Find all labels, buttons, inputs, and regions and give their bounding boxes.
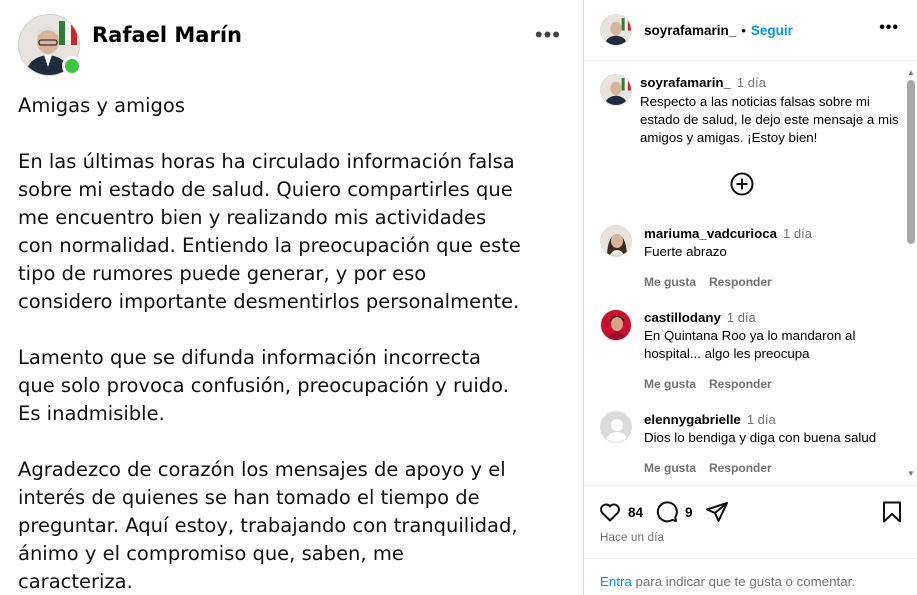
- share-icon[interactable]: [705, 500, 729, 524]
- plus-circle-icon[interactable]: [730, 172, 754, 196]
- comments-panel[interactable]: soyrafamarin_ 1 día Respecto a las notici…: [584, 62, 917, 485]
- comment-icon[interactable]: [655, 500, 679, 524]
- caption-avatar[interactable]: [600, 74, 632, 106]
- author-avatar[interactable]: [600, 14, 632, 46]
- scroll-up-arrow-icon[interactable]: ▲: [907, 68, 915, 77]
- commenter-avatar[interactable]: [600, 309, 632, 341]
- comment-text: En Quintana Roo ya lo mandaron al hospit…: [644, 328, 856, 361]
- online-status-dot: [62, 56, 82, 76]
- comment-username[interactable]: mariuma_vadcurioca: [644, 226, 777, 241]
- more-horizontal-icon: •••: [534, 22, 561, 47]
- caption-username[interactable]: soyrafamarin_: [640, 75, 731, 90]
- caption-time: 1 día: [736, 75, 766, 90]
- separator-dot: •: [741, 22, 746, 38]
- sidebar-header: soyrafamarin_ • Seguir •••: [584, 0, 917, 61]
- comment-reply-button[interactable]: Responder: [709, 461, 772, 475]
- commenter-avatar[interactable]: [600, 225, 632, 257]
- comment-like-button[interactable]: Me gusta: [644, 377, 696, 391]
- more-options-icon[interactable]: •••: [879, 19, 899, 37]
- post-author-name: Rafael Marín: [92, 23, 242, 47]
- comment-time: 1 día: [726, 310, 756, 325]
- post-actions-bar: 84 9 Hace un día Entra para indicar que …: [584, 485, 917, 595]
- post-sidebar: soyrafamarin_ • Seguir ••• soyrafamarin_…: [583, 0, 917, 595]
- comment-reply-button[interactable]: Responder: [709, 377, 772, 391]
- comment-item: castillodany 1 día En Quintana Roo ya lo …: [600, 309, 900, 393]
- comment-reply-button[interactable]: Responder: [709, 275, 772, 289]
- post-image: Rafael Marín ••• Amigas y amigos En las …: [0, 0, 583, 595]
- heart-icon[interactable]: [598, 500, 622, 524]
- comment-username[interactable]: elennygabrielle: [644, 412, 741, 427]
- comment-username[interactable]: castillodany: [644, 310, 721, 325]
- post-paragraph: Agradezco de corazón los mensajes de apo…: [18, 458, 518, 593]
- default-avatar-icon[interactable]: [600, 411, 632, 443]
- comment-text: Fuerte abrazo: [644, 244, 727, 259]
- caption-text: Respecto a las noticias falsas sobre mi …: [640, 94, 899, 145]
- login-prompt-text: para indicar que te gusta o comentar.: [631, 574, 856, 589]
- header-username[interactable]: soyrafamarin_: [644, 23, 736, 38]
- bookmark-icon[interactable]: [882, 501, 902, 528]
- comments-count[interactable]: 9: [685, 505, 693, 520]
- post-caption: soyrafamarin_ 1 día Respecto a las notici…: [600, 74, 900, 147]
- post-image-header: Rafael Marín: [18, 14, 242, 76]
- post-paragraph: En las últimas horas ha circulado inform…: [18, 150, 521, 313]
- post-paragraph: Lamento que se difunda información incor…: [18, 346, 509, 425]
- comment-like-button[interactable]: Me gusta: [644, 275, 696, 289]
- likes-count[interactable]: 84: [628, 505, 643, 520]
- login-prompt: Entra para indicar que te gusta o coment…: [584, 558, 917, 595]
- comment-time: 1 día: [746, 412, 776, 427]
- scrollbar-thumb[interactable]: [907, 80, 915, 244]
- comment-time: 1 día: [783, 226, 812, 241]
- post-body-text: Amigas y amigos En las últimas horas ha …: [18, 92, 573, 595]
- comment-like-button[interactable]: Me gusta: [644, 461, 696, 475]
- comment-item: elennygabrielle 1 día Dios lo bendiga y d…: [600, 411, 900, 477]
- follow-button[interactable]: Seguir: [751, 23, 793, 38]
- post-date[interactable]: Hace un día: [600, 532, 664, 544]
- login-link[interactable]: Entra: [600, 574, 632, 589]
- post-paragraph: Amigas y amigos: [18, 94, 186, 117]
- comment-text: Dios lo bendiga y diga con buena salud: [644, 430, 877, 445]
- post-author-avatar: [18, 14, 82, 76]
- comments-scrollbar[interactable]: ▲ ▼: [907, 68, 915, 478]
- comment-item: mariuma_vadcurioca 1 día Fuerte abrazo Me…: [600, 225, 900, 291]
- scroll-down-arrow-icon[interactable]: ▼: [907, 469, 915, 478]
